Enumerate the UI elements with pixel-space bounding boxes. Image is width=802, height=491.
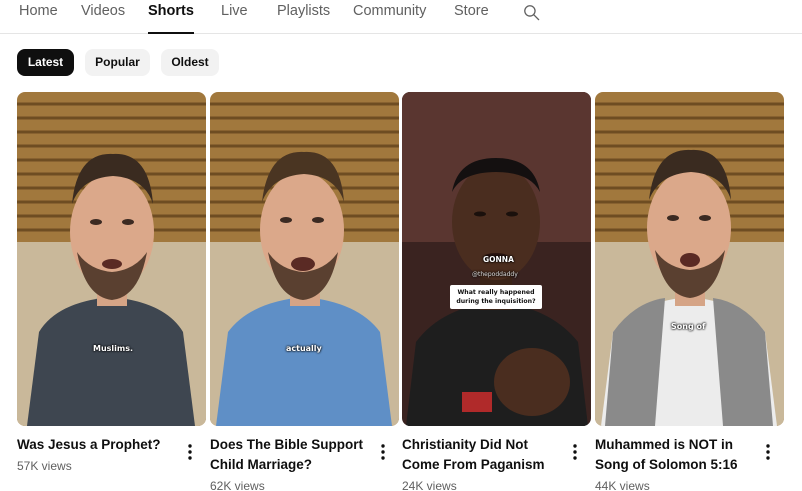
- short-thumbnail[interactable]: Song of: [595, 92, 784, 426]
- thumbnail-caption: Song of: [671, 322, 706, 331]
- thumbnail-image: [17, 92, 206, 426]
- thumbnail-caption: Muslims.: [93, 344, 134, 353]
- thumbnail-question: What really happened during the inquisit…: [456, 289, 536, 305]
- short-thumbnail[interactable]: Muslims.: [17, 92, 206, 426]
- view-count: 24K views: [402, 479, 457, 491]
- filter-chip-popular[interactable]: Popular: [85, 49, 150, 76]
- short-thumbnail[interactable]: GONNA @thepoddaddy What really happened …: [402, 92, 591, 426]
- short-card: actually Does The Bible Support Child Ma…: [210, 92, 399, 491]
- short-card: Muslims. Was Jesus a Prophet? 57K views: [17, 92, 206, 491]
- thumbnail-handle: @thepoddaddy: [472, 271, 518, 278]
- view-count: 62K views: [210, 479, 265, 491]
- short-title[interactable]: Muhammed is NOT in Song of Solomon 5:16: [595, 435, 755, 475]
- tab-store[interactable]: Store: [454, 3, 489, 34]
- tab-shorts[interactable]: Shorts: [148, 3, 194, 34]
- tab-community[interactable]: Community: [353, 3, 426, 34]
- short-card: GONNA @thepoddaddy What really happened …: [402, 92, 591, 491]
- thumbnail-question-box: What really happened during the inquisit…: [450, 285, 542, 309]
- tab-home[interactable]: Home: [19, 3, 58, 34]
- more-options-icon[interactable]: [565, 442, 585, 462]
- view-count: 57K views: [17, 459, 72, 473]
- thumbnail-caption: actually: [286, 344, 322, 353]
- more-options-icon[interactable]: [373, 442, 393, 462]
- view-count: 44K views: [595, 479, 650, 491]
- more-options-icon[interactable]: [180, 442, 200, 462]
- short-card: Song of Muhammed is NOT in Song of Solom…: [595, 92, 784, 491]
- thumbnail-image: [210, 92, 399, 426]
- tab-live[interactable]: Live: [221, 3, 248, 34]
- more-options-icon[interactable]: [758, 442, 778, 462]
- tab-videos[interactable]: Videos: [81, 3, 125, 34]
- short-title[interactable]: Christianity Did Not Come From Paganism: [402, 435, 562, 475]
- thumbnail-caption: GONNA: [483, 255, 514, 264]
- filter-chip-latest[interactable]: Latest: [17, 49, 74, 76]
- tab-playlists[interactable]: Playlists: [277, 3, 330, 34]
- filter-chip-oldest[interactable]: Oldest: [161, 49, 219, 76]
- short-thumbnail[interactable]: actually: [210, 92, 399, 426]
- short-title[interactable]: Was Jesus a Prophet?: [17, 435, 177, 455]
- thumbnail-image: [595, 92, 784, 426]
- short-title[interactable]: Does The Bible Support Child Marriage?: [210, 435, 370, 475]
- search-icon[interactable]: [522, 3, 541, 22]
- channel-tab-bar: Home Videos Shorts Live Playlists Commun…: [0, 0, 802, 34]
